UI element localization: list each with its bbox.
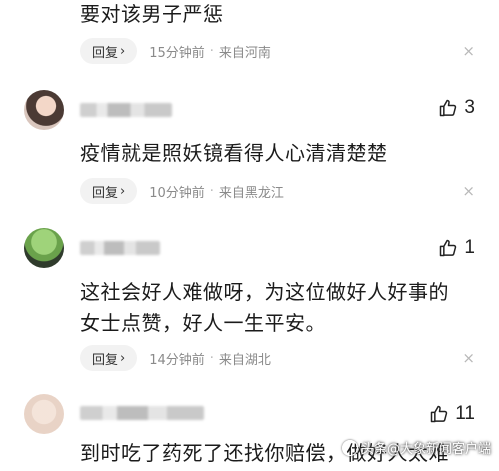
watermark-logo-icon xyxy=(341,439,358,456)
comment-meta: 回复 › 10分钟前 · 来自黑龙江 × xyxy=(80,178,475,204)
like-button[interactable]: 1 xyxy=(438,237,475,259)
username-blurred[interactable] xyxy=(80,241,160,255)
comment-time: 15分钟前 xyxy=(149,45,205,61)
comment-time: 14分钟前 xyxy=(149,352,205,368)
comment-text: 这社会好人难做呀，为这位做好人好事的女士点赞，好人一生平安。 xyxy=(80,280,449,335)
comment-feed: 要对该男子严惩 回复 › 15分钟前 · 来自河南 × 3 疫情就是照妖镜看得人… xyxy=(0,0,499,471)
reply-label: 回复 xyxy=(92,45,119,61)
thumb-up-icon xyxy=(440,99,457,117)
meta-separator: · xyxy=(209,43,214,59)
meta-separator: · xyxy=(209,350,214,366)
comment-time: 10分钟前 xyxy=(149,185,205,201)
comment-location: 来自黑龙江 xyxy=(218,185,284,201)
username-blurred[interactable] xyxy=(80,406,204,420)
source-watermark: 头条@大象新闻客户端 xyxy=(341,438,491,457)
watermark-text: 头条@大象新闻客户端 xyxy=(360,442,491,457)
close-icon[interactable]: × xyxy=(462,349,475,367)
comment-text: 要对该男子严惩 xyxy=(80,2,224,26)
comment-meta: 回复 › 15分钟前 · 来自河南 × xyxy=(80,38,475,64)
reply-label: 回复 xyxy=(92,352,119,368)
avatar[interactable] xyxy=(24,228,64,268)
chevron-right-icon: › xyxy=(120,43,126,59)
thumb-up-icon xyxy=(440,239,457,257)
close-icon[interactable]: × xyxy=(462,42,475,60)
close-icon[interactable]: × xyxy=(462,182,475,200)
thumb-up-icon xyxy=(431,405,448,423)
reply-button[interactable]: 回复 › xyxy=(80,38,138,64)
comment-location: 来自河南 xyxy=(218,45,271,61)
comment-location: 来自湖北 xyxy=(218,352,271,368)
reply-label: 回复 xyxy=(92,185,119,201)
username-blurred[interactable] xyxy=(80,103,172,117)
reply-button[interactable]: 回复 › xyxy=(80,178,138,204)
comment-text: 疫情就是照妖镜看得人心清清楚楚 xyxy=(80,141,388,165)
chevron-right-icon: › xyxy=(120,350,126,366)
like-button[interactable]: 3 xyxy=(438,97,475,119)
meta-separator: · xyxy=(209,183,214,199)
like-count: 1 xyxy=(464,237,475,258)
like-count: 11 xyxy=(455,403,475,424)
like-button[interactable]: 11 xyxy=(429,403,475,425)
avatar[interactable] xyxy=(24,90,64,130)
comment-meta: 回复 › 14分钟前 · 来自湖北 × xyxy=(80,345,475,371)
like-count: 3 xyxy=(464,97,475,118)
chevron-right-icon: › xyxy=(120,183,126,199)
reply-button[interactable]: 回复 › xyxy=(80,345,138,371)
avatar[interactable] xyxy=(24,394,64,434)
